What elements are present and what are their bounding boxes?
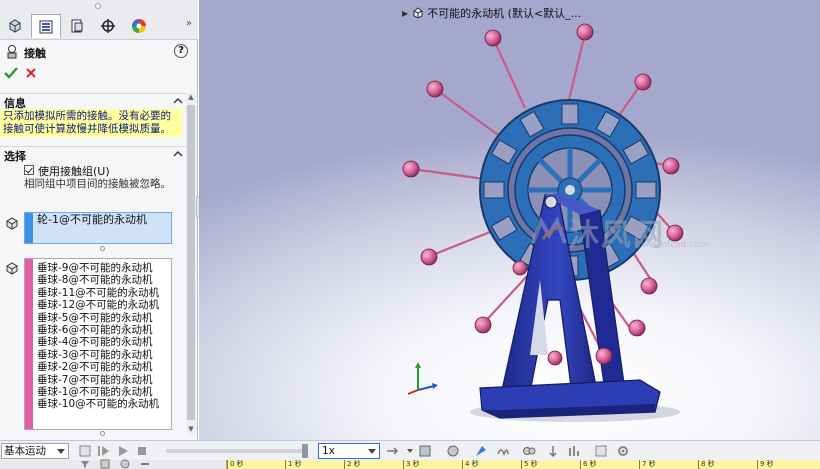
feature-tree-icon xyxy=(9,19,21,33)
use-contact-groups-label[interactable]: 使用接触组(U) xyxy=(38,163,110,179)
timeline-tick: 1 秒 xyxy=(285,460,302,469)
timeline-tick: 2 秒 xyxy=(344,460,361,469)
scroll-down-icon[interactable]: ▼ xyxy=(186,425,196,435)
collapse-chevron-icon[interactable] xyxy=(172,94,184,108)
list-item[interactable]: 垂球-3@不可能的永动机 xyxy=(37,349,159,361)
timeline-tick: 5 秒 xyxy=(521,460,538,469)
list-item[interactable]: 轮-1@不可能的永动机 xyxy=(37,213,147,226)
animation-wizard-icon[interactable] xyxy=(446,444,460,458)
property-manager-panel: » 接触 ? 信息 只添加模拟所需的接触。没有必要的接触可使计算放慢并降低模拟质… xyxy=(0,0,198,440)
study-type-dropdown[interactable]: 基本运动 xyxy=(1,443,69,459)
timeline-tick: 4 秒 xyxy=(462,460,479,469)
tab-propertymanager[interactable] xyxy=(31,14,61,38)
configuration-icon xyxy=(71,19,83,33)
ok-button[interactable] xyxy=(2,65,20,81)
filter-driving-icon[interactable] xyxy=(120,459,130,469)
property-manager-header: 接触 ? xyxy=(0,41,198,63)
settings-gear-icon[interactable] xyxy=(616,444,630,458)
timeline-tick: 0 秒 xyxy=(227,460,244,469)
coordinate-triad-icon xyxy=(407,362,438,395)
component-selection-icon xyxy=(6,217,18,230)
assembly-icon xyxy=(413,7,423,19)
color-wheel-icon xyxy=(132,19,146,33)
timeline-ruler[interactable]: 0 秒 1 秒 2 秒 3 秒 4 秒 5 秒 6 秒 7 秒 8 秒 9 秒 xyxy=(226,460,820,469)
contact-groups-hint: 相同组中项目间的接触被忽略。 xyxy=(24,178,171,190)
dropdown-arrow-icon[interactable] xyxy=(403,444,417,458)
contact-icon[interactable] xyxy=(522,444,536,458)
scrollbar-thumb[interactable] xyxy=(187,105,195,420)
stop-icon[interactable] xyxy=(135,444,149,458)
playback-speed-dropdown[interactable]: 1x xyxy=(318,443,380,459)
calculate-icon[interactable] xyxy=(78,444,92,458)
feature-tree-flyout[interactable]: ▶ 不可能的永动机 (默认<默认_... xyxy=(402,5,581,21)
list-item[interactable]: 垂球-11@不可能的永动机 xyxy=(37,287,159,299)
zoom-timeline-icon[interactable] xyxy=(140,459,150,469)
model-viewport[interactable] xyxy=(199,0,820,440)
list-item[interactable]: 垂球-4@不可能的永动机 xyxy=(37,336,159,348)
save-animation-icon[interactable] xyxy=(418,444,432,458)
list-item[interactable]: 垂球-8@不可能的永动机 xyxy=(37,274,159,286)
tab-displaymanager[interactable] xyxy=(124,14,154,38)
results-icon[interactable] xyxy=(568,444,582,458)
playback-mode-icon[interactable] xyxy=(386,444,400,458)
panel-expand-icon[interactable]: » xyxy=(186,18,192,29)
study-properties-icon[interactable] xyxy=(594,444,608,458)
contact-group-2-list[interactable]: 垂球-9@不可能的永动机 垂球-8@不可能的永动机 垂球-11@不可能的永动机 … xyxy=(24,258,172,430)
watermark: 沐风网 www.mfcad.com xyxy=(529,210,708,254)
tab-featuremanager[interactable] xyxy=(0,14,30,38)
play-from-start-icon[interactable] xyxy=(97,444,111,458)
spring-icon[interactable] xyxy=(496,444,510,458)
property-list-icon xyxy=(39,20,53,33)
contact-feature-icon xyxy=(7,45,17,59)
property-manager-title: 接触 xyxy=(24,47,46,60)
play-icon[interactable] xyxy=(116,444,130,458)
timeline-tick: 7 秒 xyxy=(639,460,656,469)
assembly-name[interactable]: 不可能的永动机 (默认<默认_... xyxy=(427,5,581,21)
playback-slider-thumb[interactable] xyxy=(302,444,308,458)
component-selection-icon xyxy=(6,262,18,275)
timeline-tick: 6 秒 xyxy=(580,460,597,469)
info-message: 只添加模拟所需的接触。没有必要的接触可使计算放慢并降低模拟质量。 xyxy=(0,109,182,137)
timeline-tick: 8 秒 xyxy=(698,460,715,469)
motor-icon[interactable] xyxy=(474,444,488,458)
list-item[interactable]: 垂球-7@不可能的永动机 xyxy=(37,374,159,386)
playback-slider[interactable] xyxy=(166,449,308,453)
list-item[interactable]: 垂球-2@不可能的永动机 xyxy=(37,361,159,373)
list-item[interactable]: 垂球-10@不可能的永动机 xyxy=(37,398,159,410)
motion-manager-toolbar: 基本运动 1x xyxy=(0,440,820,460)
timeline-tick: 9 秒 xyxy=(757,460,774,469)
scroll-up-icon[interactable]: ▲ xyxy=(186,93,196,103)
crosshair-icon xyxy=(101,19,115,33)
list-item[interactable]: 垂球-9@不可能的永动机 xyxy=(37,262,159,274)
info-section-header[interactable]: 信息 xyxy=(0,93,186,110)
panel-grip-icon[interactable] xyxy=(95,3,101,9)
list-item[interactable]: 垂球-6@不可能的永动机 xyxy=(37,324,159,336)
gravity-icon[interactable] xyxy=(546,444,560,458)
selection-section-header[interactable]: 选择 xyxy=(0,146,186,163)
use-contact-groups-checkbox[interactable] xyxy=(24,165,34,175)
filter-icon[interactable] xyxy=(80,459,90,469)
list-resize-handle[interactable] xyxy=(100,246,105,251)
motion-timeline[interactable]: 0 秒 1 秒 2 秒 3 秒 4 秒 5 秒 6 秒 7 秒 8 秒 9 秒 xyxy=(0,459,820,469)
list-item[interactable]: 垂球-1@不可能的永动机 xyxy=(37,386,159,398)
timeline-tick: 3 秒 xyxy=(403,460,420,469)
list-item[interactable]: 垂球-5@不可能的永动机 xyxy=(37,312,159,324)
tab-dimxpert[interactable] xyxy=(93,14,123,38)
watermark-url: www.mfcad.com xyxy=(634,240,709,250)
watermark-logo-icon xyxy=(531,216,567,244)
collapse-chevron-icon[interactable] xyxy=(172,147,184,161)
list-resize-handle[interactable] xyxy=(100,431,105,436)
contact-group-1-list[interactable]: 轮-1@不可能的永动机 xyxy=(24,212,172,244)
panel-scrollbar[interactable]: ▲ ▼ xyxy=(186,93,196,435)
selection-section-title: 选择 xyxy=(4,150,26,163)
tab-configurationmanager[interactable] xyxy=(62,14,92,38)
manager-tab-bar: » xyxy=(0,0,198,40)
filter-animated-icon[interactable] xyxy=(100,459,110,469)
graphics-area[interactable]: ▶ 不可能的永动机 (默认<默认_... 沐风网 www.mfcad.com xyxy=(199,0,820,440)
expand-arrow-icon[interactable]: ▶ xyxy=(402,9,408,18)
cancel-button[interactable] xyxy=(22,65,40,81)
list-item[interactable]: 垂球-12@不可能的永动机 xyxy=(37,299,159,311)
help-icon[interactable]: ? xyxy=(174,44,188,58)
